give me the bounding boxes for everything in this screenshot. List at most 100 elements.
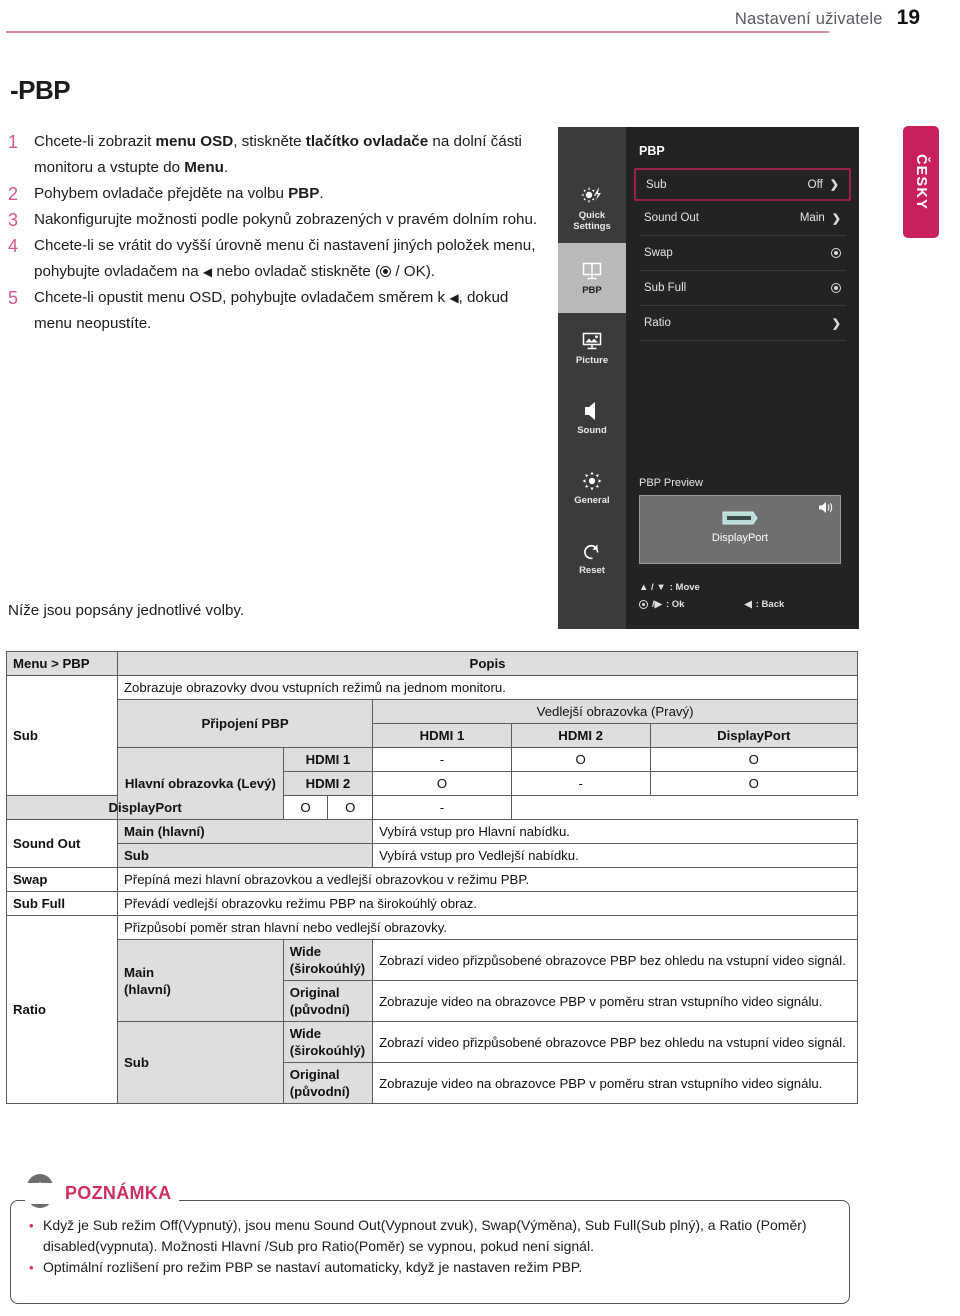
cell-row-displayport: DisplayPort [6, 795, 284, 820]
cell-sound-out-desc: Vybírá vstup pro Hlavní nabídku. [372, 819, 858, 844]
osd-row-value: Main ❯ [800, 212, 841, 225]
table-row: Sub Full Převádí vedlejší obrazovku režim… [6, 891, 858, 916]
osd-sidebar-item-sound[interactable]: Sound [558, 383, 626, 453]
osd-row-swap[interactable]: Swap [639, 236, 846, 271]
cell-col-displayport: DisplayPort [649, 723, 858, 748]
osd-sidebar-label: PBP [582, 285, 602, 296]
options-table: Menu > PBP Popis Sub Zobrazuje obrazovky dv… [6, 651, 858, 1104]
osd-sidebar-item-reset[interactable]: Reset [558, 523, 626, 593]
hint-ok-back: /▶ : Ok ◀ : Back [639, 596, 859, 613]
cell-matrix-value: - [372, 795, 512, 820]
table-row: Hlavní obrazovka (Levý) HDMI 1-OO [7, 747, 858, 820]
note-item: • Optimální rozlišení pro režim PBP se na… [29, 1257, 829, 1278]
osd-row-ratio[interactable]: Ratio ❯ [639, 306, 846, 341]
cell-pbp-connection: Připojení PBP [116, 699, 374, 748]
chevron-right-icon[interactable]: ❯ [832, 317, 841, 330]
osd-row-label: Sound Out [644, 212, 699, 224]
cell-ratio-option-desc: Zobrazí video přizpůsobené obrazovce PBP… [372, 1021, 858, 1063]
osd-sidebar-item-pbp[interactable]: PBP [558, 243, 626, 313]
instruction-step-3: 3 Nakonfigurujte možnosti podle pokynů zo… [8, 207, 548, 233]
cell-ratio-label: Ratio [6, 915, 118, 1104]
gear-icon [579, 470, 605, 492]
osd-sidebar-item-quick-settings[interactable]: Quick Settings [558, 173, 626, 243]
osd-row-label: Ratio [644, 317, 671, 329]
move-keys: ▲ / ▼ [639, 582, 666, 593]
osd-sidebar-label: Quick Settings [573, 209, 611, 232]
sound-icon [579, 400, 605, 422]
row-matrix-head: Připojení PBP Vedlejší obrazovka (Pravý) [7, 699, 858, 748]
osd-row-value: ❯ [832, 317, 841, 330]
osd-sidebar-label: General [574, 495, 610, 506]
osd-sidebar-label: Sound [577, 425, 607, 436]
osd-row-sub-full[interactable]: Sub Full [639, 271, 846, 306]
step-number: 2 [8, 184, 19, 204]
step-number: 4 [8, 236, 19, 256]
osd-sidebar: Quick Settings PBP Picture Sound General Reset [558, 127, 626, 629]
cell-ratio-option-desc: Zobrazuje video na obrazovce PBP v poměr… [372, 1062, 858, 1104]
cell-ratio-option: Original (původní) [282, 980, 374, 1022]
language-tab-label: ČESKY [913, 154, 929, 210]
table-header-row: Menu > PBP Popis [6, 651, 858, 676]
cell-row-hdmi-2: HDMI 2 [282, 771, 374, 796]
cell-ratio-option: Original (původní) [282, 1062, 374, 1104]
cell-ratio-option: Wide (širokoúhlý) [282, 1021, 374, 1063]
osd-row-sound-out[interactable]: Sound Out Main ❯ [639, 201, 846, 236]
cell-matrix-value: O [649, 747, 858, 772]
pbp-preview-label: PBP Preview [639, 477, 703, 489]
instruction-step-1: 1 Chcete-li zobrazit menu OSD, stiskněte … [8, 129, 548, 181]
table-row: DisplayPort O O - [6, 795, 858, 820]
pbp-icon [579, 260, 605, 282]
radio-icon[interactable] [831, 248, 841, 258]
language-tab: ČESKY [903, 126, 939, 238]
cell-ratio-option-desc: Zobrazuje video na obrazovce PBP v poměr… [372, 980, 858, 1022]
page-header: Nastavení uživatele 19 [0, 6, 920, 30]
below-options-note: Níže jsou popsány jednotlivé volby. [8, 602, 245, 619]
osd-row-value [831, 248, 841, 258]
osd-row-value-text: Main [799, 212, 825, 224]
cell-ratio-desc: Přizpůsobí poměr stran hlavní nebo vedle… [117, 915, 858, 940]
step-text: Chcete-li opustit menu OSD, pohybujte ov… [34, 289, 509, 332]
speaker-icon [818, 501, 834, 519]
bullet-icon: • [29, 1260, 34, 1275]
back-keys: ◀ [744, 599, 752, 610]
chevron-right-icon[interactable]: ❯ [830, 178, 839, 191]
table-row: Main (hlavní) Wide (širokoúhlý) Zobrazí vide… [7, 939, 858, 1022]
header-divider [6, 31, 829, 33]
osd-sidebar-item-picture[interactable]: Picture [558, 313, 626, 383]
step-number: 3 [8, 210, 19, 230]
cell-sound-out-option: Main (hlavní) [116, 819, 374, 844]
displayport-connector-icon [722, 511, 758, 525]
ok-label: : Ok [665, 599, 685, 610]
pbp-preview-box: DisplayPort [639, 495, 841, 564]
bullet-icon: • [29, 1218, 34, 1233]
osd-sidebar-item-general[interactable]: General [558, 453, 626, 523]
ok-keys: /▶ [652, 599, 662, 610]
cell-sub-full-label: Sub Full [6, 891, 118, 916]
cell-matrix-value: O [282, 795, 329, 820]
table-row: Sub Wide (širokoúhlý) Zobrazí video přizpůs… [7, 1021, 858, 1104]
osd-row-value-text: Off [807, 178, 823, 191]
cell-sound-out-label: Sound Out [6, 819, 118, 868]
osd-row-list: Sub Off ❯ Sound Out Main ❯ Swap Sub Full Ratio ❯ [634, 168, 851, 341]
cell-matrix-value: O [510, 747, 651, 772]
step-text: Chcete-li se vrátit do vyšší úrovně menu… [34, 237, 536, 280]
radio-icon[interactable] [831, 283, 841, 293]
cell-col-hdmi-2: HDMI 2 [510, 723, 651, 748]
row-ratio-desc: Ratio Přizpůsobí poměr stran hlavní nebo … [6, 915, 858, 1104]
osd-row-sub[interactable]: Sub Off ❯ [634, 168, 851, 201]
header-desc: Popis [117, 651, 858, 676]
note-title: POZNÁMKA [25, 1183, 180, 1204]
instruction-step-2: 2 Pohybem ovladače přejděte na volbu PBP. [8, 181, 548, 207]
table-row: Sub Vybírá vstup pro Vedlejší nabídku. [7, 843, 858, 868]
osd-sidebar-label: Reset [579, 565, 605, 576]
note-box: ! POZNÁMKA •Když je Sub režim Off(Vypnut… [10, 1174, 850, 1304]
note-item-text: Když je Sub režim Off(Vypnutý), jsou men… [43, 1217, 807, 1254]
chevron-right-icon[interactable]: ❯ [832, 212, 841, 225]
osd-row-label: Sub Full [644, 282, 687, 294]
step-number: 1 [8, 132, 19, 152]
cell-ratio-group: Main (hlavní) [117, 939, 284, 1022]
page-number: 19 [896, 6, 920, 29]
cell-matrix-value: - [510, 771, 651, 796]
step-number: 5 [8, 288, 19, 308]
manual-page: Nastavení uživatele 19 -PBP ČESKY 1 Chcet… [0, 0, 960, 1316]
